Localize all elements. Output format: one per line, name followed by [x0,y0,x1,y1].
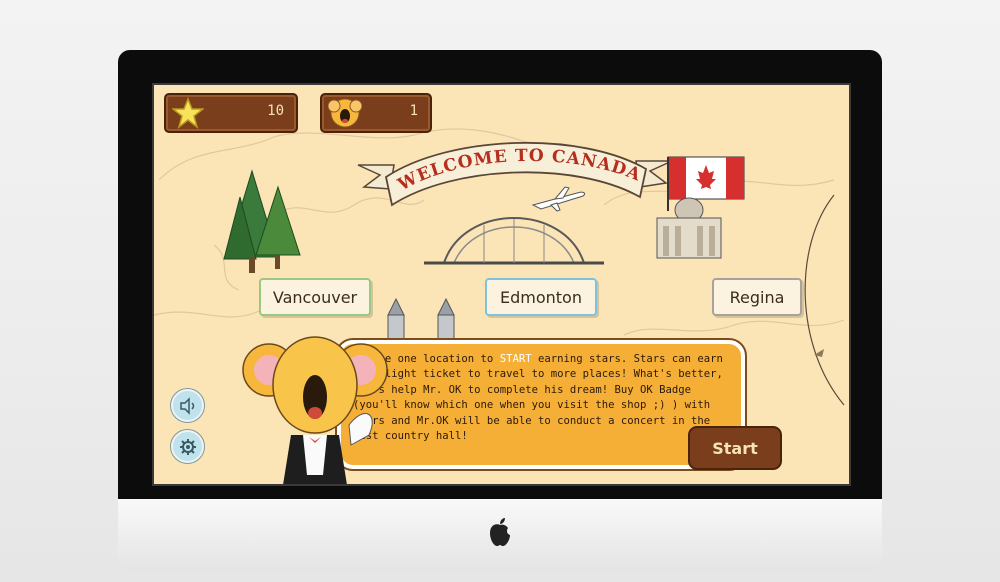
legislature-building [656,197,722,259]
trees-illustration [223,169,301,273]
city-button-edmonton[interactable]: Edmonton [485,278,597,316]
stars-counter: 10 [164,93,298,133]
gear-icon [179,438,196,455]
spires-illustration [387,297,455,345]
koala-character [242,336,388,484]
city-button-regina[interactable]: Regina [712,278,802,316]
imac-monitor: 10 1 WELCOME TO CANADA Vancouver Edmonto… [118,50,882,571]
city-button-vancouver[interactable]: Vancouver [259,278,371,316]
game-screen: 10 1 WELCOME TO CANADA Vancouver Edmonto… [152,83,851,486]
speaker-icon [179,396,194,415]
stars-count: 10 [267,103,284,119]
apple-logo-icon [490,518,510,546]
settings-button[interactable] [170,429,205,464]
star-icon [172,97,204,129]
start-button[interactable]: Start [688,426,782,470]
bridge-illustration [424,217,604,265]
instructions-text: Choose one location to START earning sta… [353,353,723,443]
instructions-panel: Choose one location to START earning sta… [335,338,747,471]
sound-button[interactable] [170,388,205,423]
badges-count: 1 [409,103,418,119]
